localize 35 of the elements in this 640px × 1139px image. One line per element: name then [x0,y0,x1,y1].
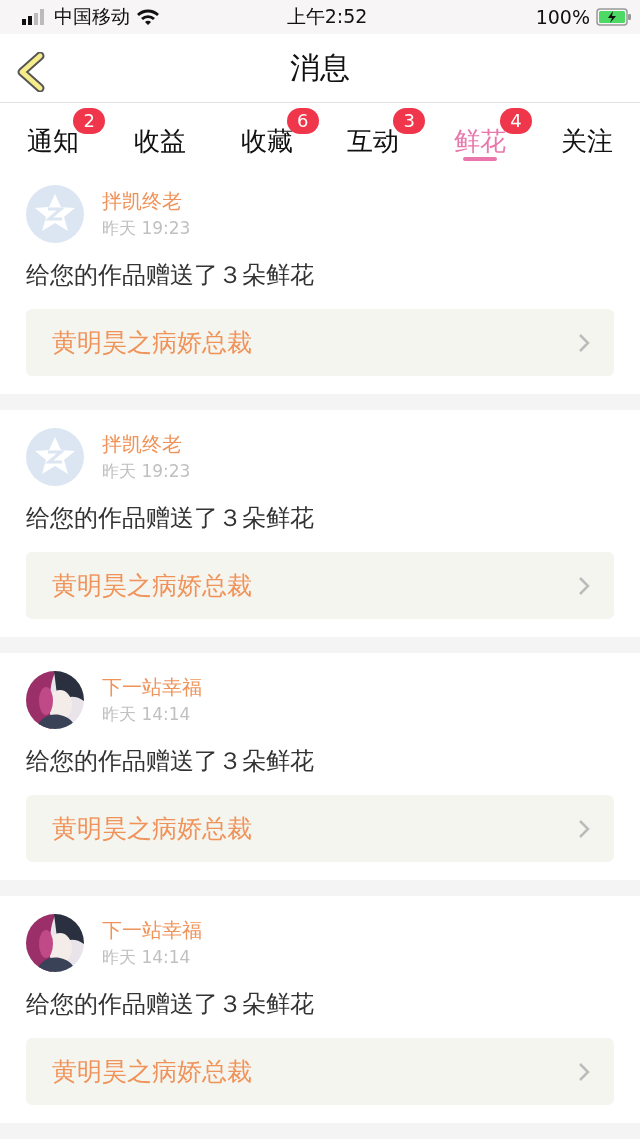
message-time: 昨天 19:23 [102,460,191,483]
work-link[interactable]: 黄明昊之病娇总裁 [26,309,614,376]
carrier-name: 中国移动 [54,4,130,29]
work-link[interactable]: 黄明昊之病娇总裁 [26,795,614,862]
avatar-icon [26,428,84,486]
message-time: 昨天 19:23 [102,217,191,240]
message-text: 给您的作品赠送了３朵鲜花 [26,503,315,534]
user-name[interactable]: 下一站幸福 [102,674,202,701]
chevron-right-icon [578,818,590,839]
user-name[interactable]: 下一站幸福 [102,917,202,944]
chevron-right-icon [578,1061,590,1082]
tab[interactable]: 通知 2 [0,103,107,167]
chevron-right-icon [578,332,590,353]
user-name[interactable]: 拌凯终老 [102,431,191,458]
work-link[interactable]: 黄明昊之病娇总裁 [26,552,614,619]
message-text: 给您的作品赠送了３朵鲜花 [26,989,315,1020]
user-name[interactable]: 拌凯终老 [102,188,191,215]
count-badge: 2 [73,107,106,134]
battery-icon [596,8,632,26]
battery-percentage: 100% [535,6,590,28]
count-badge: 3 [393,107,426,134]
tab[interactable]: 互动 3 [320,103,427,167]
wifi-icon [136,8,160,26]
message-time: 昨天 14:14 [102,703,192,726]
tab[interactable]: 收益 [106,103,214,167]
clock-time: 上午2:52 [286,4,368,29]
chevron-right-icon [578,575,590,596]
avatar-icon [26,185,84,243]
message-text: 给您的作品赠送了３朵鲜花 [26,260,315,291]
message-time: 昨天 14:14 [102,946,192,969]
message-text: 给您的作品赠送了３朵鲜花 [26,746,315,777]
tab[interactable]: 关注 [533,103,640,167]
page-title: 消息 [290,48,350,87]
tab[interactable]: 鲜花 4 [426,103,534,167]
work-link[interactable]: 黄明昊之病娇总裁 [26,1038,614,1105]
